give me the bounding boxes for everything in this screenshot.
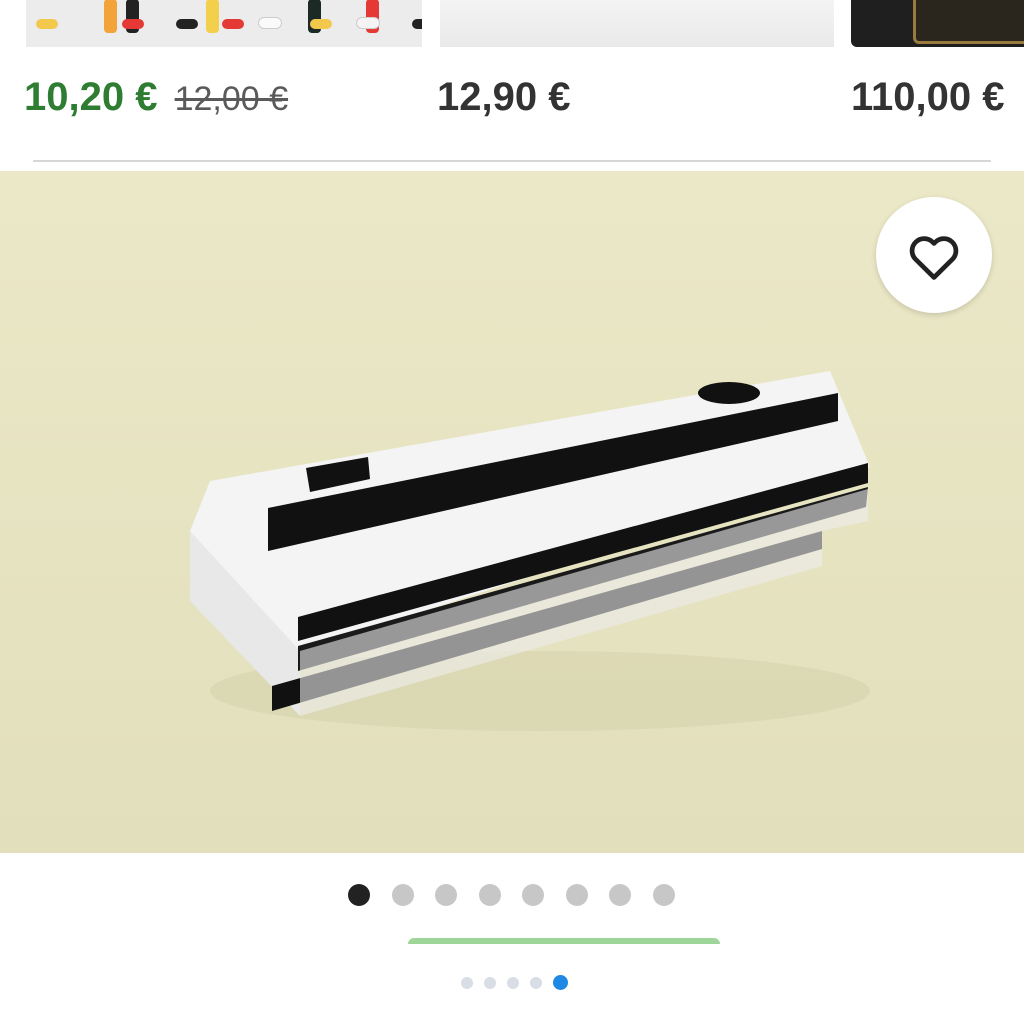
gallery-dot[interactable] [435, 884, 457, 906]
related-products-carousel: 10,20 € 12,00 € 12,90 € 110,00 € [0, 0, 1024, 160]
gallery-dot[interactable] [478, 884, 501, 906]
page-indicator-dot[interactable] [530, 977, 542, 989]
product-thumbnail-socks[interactable] [26, 0, 422, 47]
sock-foot [412, 19, 422, 29]
product-price-2: 12,90 € [437, 75, 571, 119]
product-price-1: 10,20 € 12,00 € [24, 74, 288, 122]
leg-illustration [206, 0, 219, 33]
section-divider [33, 160, 991, 162]
product-photo [0, 171, 1024, 853]
gallery-dot[interactable] [522, 884, 544, 906]
original-price: 12,00 € [174, 80, 289, 118]
sock-foot [36, 19, 58, 29]
gallery-dot[interactable] [609, 884, 631, 906]
sock-foot [122, 19, 144, 29]
gallery-dot[interactable] [348, 884, 370, 906]
add-to-cart-button[interactable] [408, 938, 720, 944]
gallery-dot[interactable] [652, 884, 675, 906]
page-indicator-dot[interactable] [484, 977, 496, 989]
product-thumbnail-light[interactable] [440, 0, 834, 47]
sock-foot [176, 19, 198, 29]
heart-outline-icon [909, 236, 959, 280]
page-indicator-dot[interactable] [553, 975, 568, 990]
sock-foot [222, 19, 244, 29]
sale-price: 10,20 € [24, 75, 158, 119]
sock-foot [310, 19, 332, 29]
product-image-gallery[interactable] [0, 171, 1024, 853]
sock-foot [356, 17, 380, 29]
frame-illustration [913, 0, 1024, 44]
gallery-dot[interactable] [565, 884, 588, 906]
product-thumbnail-frame[interactable] [851, 0, 1024, 47]
sock-illustration [104, 0, 117, 33]
sock-foot [258, 17, 282, 29]
page-indicator-dot[interactable] [461, 977, 473, 989]
gallery-dot[interactable] [391, 884, 414, 906]
favorite-button[interactable] [876, 197, 992, 313]
page-indicator-dot[interactable] [507, 977, 519, 989]
product-price-3: 110,00 € [851, 75, 1005, 119]
